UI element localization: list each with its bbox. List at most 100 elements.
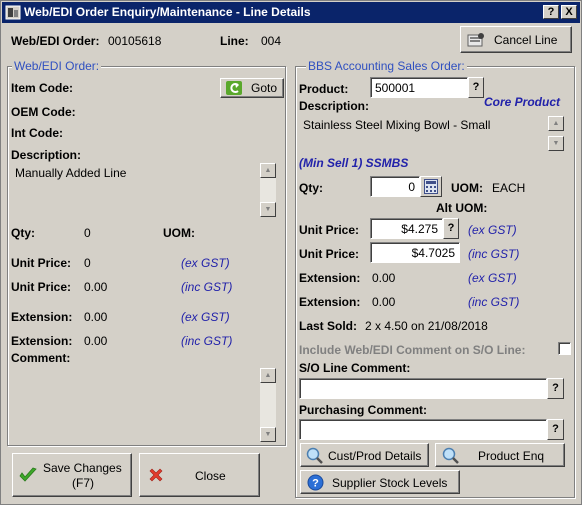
- help-circle-icon: ?: [307, 474, 324, 491]
- right-extension-note-ex: (ex GST): [468, 271, 517, 285]
- product-lookup-button[interactable]: ?: [468, 77, 484, 98]
- left-description-label: Description:: [11, 148, 82, 162]
- so-line-comment-input[interactable]: [299, 378, 547, 399]
- save-changes-shortcut: (F7): [72, 476, 94, 490]
- left-unit-price-note-inc: (inc GST): [181, 280, 233, 294]
- line-label: Line:: [220, 34, 249, 48]
- right-extension-value-inc: 0.00: [372, 295, 396, 309]
- unit-price-lookup-icon: ?: [447, 222, 455, 234]
- so-line-comment-lookup-button[interactable]: ?: [547, 378, 564, 399]
- line-details-window: Web/EDI Order Enquiry/Maintenance - Line…: [0, 0, 582, 505]
- purchasing-comment-lookup-button[interactable]: ?: [547, 419, 564, 440]
- product-lookup-icon: ?: [472, 81, 480, 93]
- right-description-scrollbar[interactable]: ▲ ▼: [548, 116, 564, 151]
- left-comment-label: Comment:: [11, 351, 71, 365]
- last-sold-value: 2 x 4.50 on 21/08/2018: [365, 319, 488, 333]
- core-product-label: Core Product: [484, 95, 561, 109]
- x-icon: [149, 468, 163, 482]
- unit-price-inc-input[interactable]: $4.7025: [370, 242, 460, 263]
- product-label: Product:: [299, 82, 349, 96]
- purchasing-lookup-icon: ?: [552, 423, 559, 435]
- cancel-line-button[interactable]: Cancel Line: [460, 26, 572, 53]
- product-enq-button[interactable]: Product Enq: [435, 443, 565, 467]
- include-comment-checkbox[interactable]: [558, 342, 571, 355]
- right-extension-value-ex: 0.00: [372, 271, 396, 285]
- left-unit-price-label-inc: Unit Price:: [11, 280, 72, 294]
- right-qty-label: Qty:: [299, 181, 323, 195]
- product-enq-label: Product Enq: [478, 449, 545, 463]
- scroll-down-arrow[interactable]: ▼: [548, 136, 564, 151]
- bbs-group-title: BBS Accounting Sales Order:: [306, 59, 467, 73]
- last-sold-label: Last Sold:: [299, 319, 358, 333]
- magnifier-icon: [442, 447, 459, 464]
- right-qty-value: 0: [408, 180, 415, 194]
- left-extension-note-ex: (ex GST): [181, 310, 230, 324]
- left-qty-label: Qty:: [11, 226, 35, 240]
- scroll-down-arrow[interactable]: ▼: [260, 427, 276, 442]
- line-value: 004: [261, 34, 282, 48]
- left-description-scrollbar[interactable]: ▲ ▼: [260, 163, 276, 217]
- save-changes-label: Save Changes: [43, 461, 122, 475]
- supplier-stock-levels-label: Supplier Stock Levels: [332, 476, 448, 490]
- right-unit-price-label-inc: Unit Price:: [299, 247, 360, 261]
- cust-prod-details-label: Cust/Prod Details: [328, 449, 422, 463]
- save-changes-button[interactable]: Save Changes (F7): [12, 453, 132, 497]
- left-extension-value-ex: 0.00: [84, 310, 108, 324]
- left-description-value: Manually Added Line: [15, 166, 127, 180]
- goto-arrow-icon: [226, 81, 242, 95]
- close-window-button[interactable]: X: [561, 5, 577, 19]
- right-extension-label-inc: Extension:: [299, 295, 361, 309]
- left-extension-label-ex: Extension:: [11, 310, 73, 324]
- right-description-value: Stainless Steel Mixing Bowl - Small: [303, 118, 491, 132]
- goto-label: Goto: [251, 81, 278, 95]
- left-qty-value: 0: [84, 226, 91, 240]
- right-extension-note-inc: (inc GST): [468, 295, 520, 309]
- window-app-icon: [5, 5, 21, 20]
- scroll-up-arrow[interactable]: ▲: [260, 368, 276, 383]
- left-extension-value-inc: 0.00: [84, 334, 108, 348]
- help-icon: ?: [547, 6, 555, 18]
- scroll-up-arrow[interactable]: ▲: [548, 116, 564, 131]
- checkmark-icon: [19, 467, 37, 482]
- order-value: 00105618: [108, 34, 162, 48]
- supplier-stock-levels-button[interactable]: ? Supplier Stock Levels: [300, 470, 460, 494]
- right-description-label: Description:: [299, 99, 370, 113]
- right-extension-label-ex: Extension:: [299, 271, 361, 285]
- close-button[interactable]: Close: [139, 453, 260, 497]
- right-unit-price-note-inc: (inc GST): [468, 247, 520, 261]
- unit-price-lookup-button[interactable]: ?: [443, 218, 459, 239]
- oem-code-label: OEM Code:: [11, 105, 76, 119]
- title-bar: Web/EDI Order Enquiry/Maintenance - Line…: [2, 2, 580, 23]
- right-unit-price-label-ex: Unit Price:: [299, 223, 360, 237]
- product-input[interactable]: 500001: [370, 77, 468, 98]
- goto-button[interactable]: Goto: [220, 78, 284, 98]
- svg-text:?: ?: [312, 478, 319, 490]
- right-unit-price-value-ex: $4.275: [401, 222, 438, 236]
- alt-uom-label: Alt UOM:: [436, 201, 488, 215]
- qty-calculator-button[interactable]: [420, 176, 442, 197]
- include-comment-label: Include Web/EDI Comment on S/O Line:: [299, 343, 526, 357]
- web-edi-group-title: Web/EDI Order:: [12, 59, 102, 73]
- scroll-up-arrow[interactable]: ▲: [260, 163, 276, 178]
- cust-prod-details-button[interactable]: Cust/Prod Details: [300, 443, 429, 467]
- qty-input[interactable]: 0: [370, 176, 420, 197]
- right-unit-price-note-ex: (ex GST): [468, 223, 517, 237]
- unit-price-ex-input[interactable]: $4.275: [370, 218, 443, 239]
- min-sell-label: (Min Sell 1) SSMBS: [299, 156, 409, 170]
- left-uom-label: UOM:: [163, 226, 195, 240]
- left-unit-price-label-ex: Unit Price:: [11, 256, 72, 270]
- scroll-down-arrow[interactable]: ▼: [260, 202, 276, 217]
- purchasing-comment-input[interactable]: [299, 419, 547, 440]
- order-label: Web/EDI Order:: [11, 34, 100, 48]
- close-label: Close: [195, 469, 226, 483]
- purchasing-comment-label: Purchasing Comment:: [299, 403, 428, 417]
- help-button[interactable]: ?: [543, 5, 559, 19]
- right-uom-label: UOM:: [451, 181, 483, 195]
- left-extension-label-inc: Extension:: [11, 334, 73, 348]
- right-unit-price-value-inc: $4.7025: [411, 246, 455, 260]
- right-uom-value: EACH: [492, 181, 526, 195]
- product-value: 500001: [375, 81, 416, 95]
- magnifier-icon: [306, 447, 323, 464]
- calendar-icon: [424, 179, 438, 194]
- left-comment-scrollbar[interactable]: ▲ ▼: [260, 368, 276, 442]
